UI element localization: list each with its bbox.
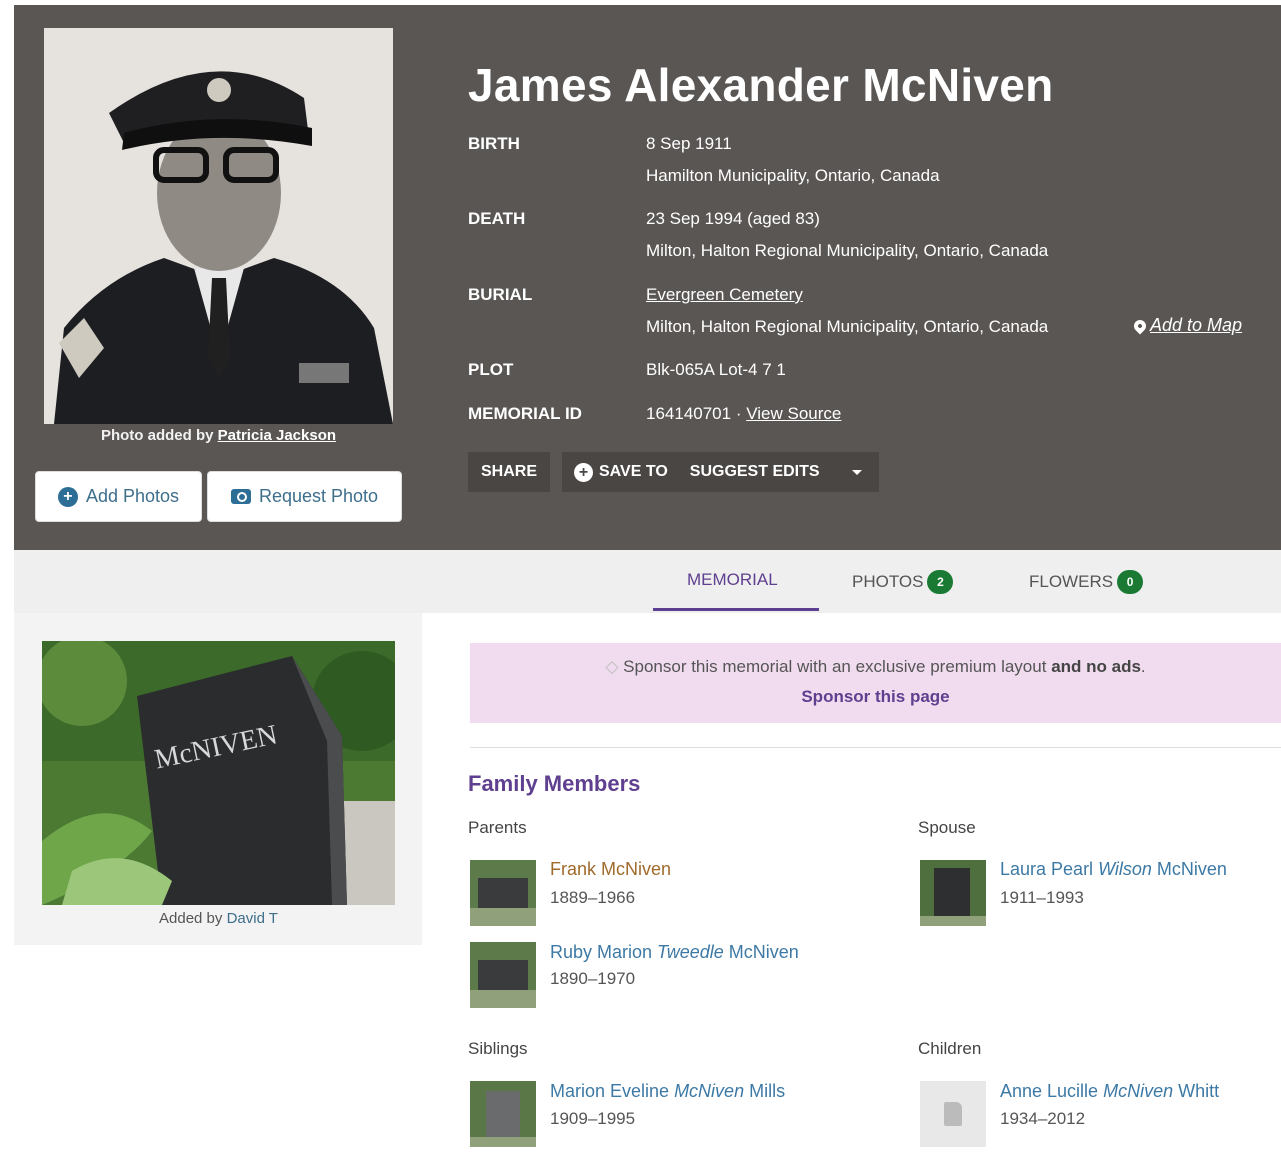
death-label: DEATH bbox=[468, 209, 526, 228]
gravestone-credit: Added by David T bbox=[42, 910, 395, 927]
family-member-name: Frank McNiven bbox=[550, 859, 672, 879]
family-member-first-name: Marion Eveline bbox=[550, 1081, 675, 1101]
photo-credit-prefix: Photo added by bbox=[100, 427, 214, 444]
family-member-first-name: Laura Pearl bbox=[1000, 859, 1099, 879]
death-date: 23 Sep 1994 (aged 83) bbox=[646, 209, 820, 228]
family-member-thumbnail[interactable] bbox=[920, 1081, 986, 1147]
add-to-map-label: Add to Map bbox=[1150, 315, 1243, 335]
memorial-id-label: MEMORIAL ID bbox=[468, 404, 582, 423]
share-button[interactable]: SHARE bbox=[468, 452, 550, 492]
memorial-name: James Alexander McNiven bbox=[468, 59, 1054, 111]
family-member-name-link[interactable]: Ruby Marion Tweedle McNiven bbox=[550, 942, 799, 963]
sponsor-text-end: . bbox=[1140, 657, 1146, 676]
tab-memorial-label: MEMORIAL bbox=[687, 570, 778, 589]
plot-label: PLOT bbox=[468, 360, 514, 379]
family-member-thumbnail[interactable] bbox=[920, 860, 986, 926]
photo-credit-author-link[interactable]: Patricia Jackson bbox=[218, 427, 336, 444]
family-member-last-name: McNiven bbox=[1151, 859, 1227, 879]
sponsor-banner: ◇ Sponsor this memorial with an exclusiv… bbox=[470, 643, 1281, 723]
sponsor-text: ◇ Sponsor this memorial with an exclusiv… bbox=[470, 657, 1281, 677]
sponsor-gem-icon: ◇ bbox=[605, 657, 619, 676]
plus-circle-icon: + bbox=[57, 486, 78, 507]
family-member-last-name: McNiven bbox=[723, 942, 799, 962]
chevron-down-icon[interactable] bbox=[851, 469, 862, 475]
memorial-id-wrap: 164140701 · View Source bbox=[646, 404, 841, 424]
burial-label: BURIAL bbox=[468, 285, 533, 304]
save-suggest-group: + SAVE TO SUGGEST EDITS bbox=[562, 452, 879, 492]
burial-place: Milton, Halton Regional Municipality, On… bbox=[646, 317, 1049, 336]
sponsor-text-main: Sponsor this memorial with an exclusive … bbox=[623, 657, 1047, 676]
family-member-last-name: Mills bbox=[744, 1081, 786, 1101]
family-member-years: 1911–1993 bbox=[1000, 888, 1084, 907]
plus-circle-icon: + bbox=[574, 462, 593, 482]
family-member-first-name: Anne Lucille bbox=[1000, 1081, 1104, 1101]
burial-cemetery-link[interactable]: Evergreen Cemetery bbox=[646, 285, 803, 304]
tab-photos-label: PHOTOS bbox=[852, 572, 924, 591]
family-member-years: 1934–2012 bbox=[1000, 1109, 1086, 1128]
save-to-button[interactable]: + SAVE TO bbox=[574, 462, 668, 482]
family-members-heading: Family Members bbox=[468, 771, 641, 796]
grave-thumbnail-image bbox=[470, 860, 536, 926]
request-photo-label: Request Photo bbox=[258, 486, 379, 506]
gravestone-credit-prefix: Added by bbox=[159, 910, 223, 927]
family-member-years: 1889–1966 bbox=[550, 888, 636, 907]
tab-flowers-label: FLOWERS bbox=[1029, 572, 1114, 591]
family-member-name-link[interactable]: Laura Pearl Wilson McNiven bbox=[1000, 859, 1227, 880]
portrait-photo[interactable] bbox=[44, 28, 393, 424]
save-to-label: SAVE TO bbox=[599, 463, 668, 480]
family-member-name-link[interactable]: Frank McNiven bbox=[550, 859, 671, 880]
tab-photos[interactable]: PHOTOS 2 bbox=[852, 570, 954, 594]
family-member-name-link[interactable]: Marion Eveline McNiven Mills bbox=[550, 1081, 785, 1102]
plot-value: Blk-065A Lot-4 7 1 bbox=[646, 360, 786, 379]
request-photo-button[interactable]: Request Photo bbox=[207, 471, 402, 522]
birth-date: 8 Sep 1911 bbox=[646, 134, 732, 153]
portrait-image bbox=[44, 28, 393, 424]
family-member-maiden-name: Tweedle bbox=[657, 942, 724, 962]
photo-credit: Photo added by Patricia Jackson bbox=[44, 427, 393, 444]
add-photos-button[interactable]: + Add Photos bbox=[35, 471, 202, 522]
family-member-maiden-name: Wilson bbox=[1098, 859, 1152, 879]
sponsor-page-link[interactable]: Sponsor this page bbox=[470, 687, 1281, 707]
view-source-link[interactable]: View Source bbox=[746, 404, 841, 423]
death-place: Milton, Halton Regional Municipality, On… bbox=[646, 241, 1049, 260]
grave-thumbnail-image bbox=[470, 1081, 536, 1147]
spouse-heading: Spouse bbox=[918, 818, 976, 837]
add-photos-label: Add Photos bbox=[85, 486, 180, 506]
tab-memorial[interactable]: MEMORIAL bbox=[687, 570, 778, 590]
birth-place: Hamilton Municipality, Ontario, Canada bbox=[646, 166, 940, 185]
family-member-last-name: Whitt bbox=[1173, 1081, 1220, 1101]
memorial-id-value: 164140701 · bbox=[646, 404, 742, 423]
no-photo-icon bbox=[944, 1102, 962, 1126]
divider bbox=[470, 747, 1281, 748]
children-heading: Children bbox=[918, 1039, 982, 1058]
family-member-thumbnail[interactable] bbox=[470, 860, 536, 926]
add-to-map-link[interactable]: Add to Map bbox=[1131, 315, 1243, 336]
sponsor-text-bold: and no ads bbox=[1051, 657, 1141, 676]
grave-thumbnail-image bbox=[920, 860, 986, 926]
family-member-maiden-name: McNiven bbox=[674, 1081, 745, 1101]
parents-heading: Parents bbox=[468, 818, 527, 837]
gravestone-photo[interactable]: McNIVEN bbox=[42, 641, 395, 905]
family-member-thumbnail[interactable] bbox=[470, 942, 536, 1008]
photos-count-badge: 2 bbox=[927, 570, 954, 594]
camera-icon bbox=[230, 489, 251, 504]
suggest-edits-button[interactable]: SUGGEST EDITS bbox=[690, 463, 820, 481]
siblings-heading: Siblings bbox=[468, 1039, 528, 1058]
family-member-years: 1909–1995 bbox=[550, 1109, 636, 1128]
family-member-first-name: Ruby Marion bbox=[550, 942, 658, 962]
family-member-years: 1890–1970 bbox=[550, 969, 636, 988]
gravestone-credit-author-link[interactable]: David T bbox=[227, 910, 278, 927]
gravestone-image: McNIVEN bbox=[42, 641, 395, 905]
family-member-name-link[interactable]: Anne Lucille McNiven Whitt bbox=[1000, 1081, 1219, 1102]
map-pin-icon bbox=[1131, 317, 1149, 334]
grave-thumbnail-image bbox=[470, 942, 536, 1008]
family-member-maiden-name: McNiven bbox=[1103, 1081, 1174, 1101]
tab-flowers[interactable]: FLOWERS 0 bbox=[1029, 570, 1144, 594]
birth-label: BIRTH bbox=[468, 134, 520, 153]
share-label: SHARE bbox=[480, 463, 537, 480]
active-tab-indicator bbox=[653, 608, 819, 611]
flowers-count-badge: 0 bbox=[1117, 570, 1144, 594]
burial-cemetery-wrap: Evergreen Cemetery bbox=[646, 285, 803, 305]
family-member-thumbnail[interactable] bbox=[470, 1081, 536, 1147]
